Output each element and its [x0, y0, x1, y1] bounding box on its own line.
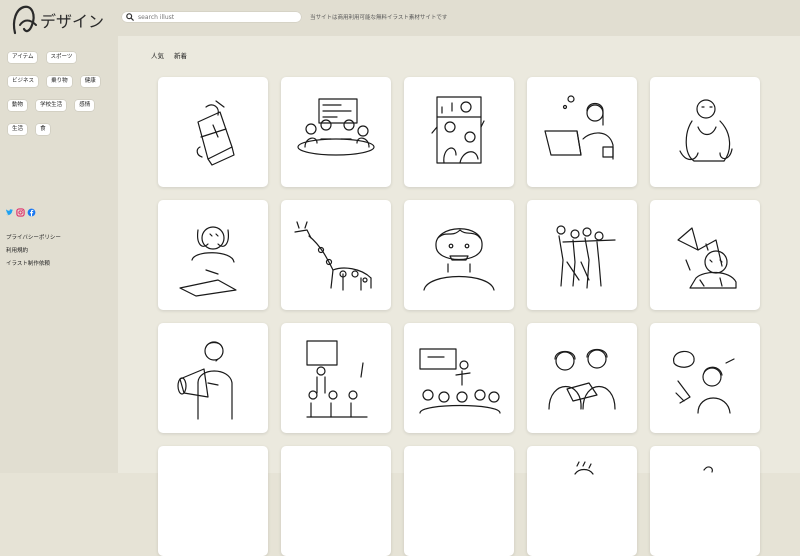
- illustration-card-backpack[interactable]: [158, 77, 268, 187]
- illustration-card-woman-laptop[interactable]: [527, 77, 637, 187]
- footer-links: プライバシーポリシー 利用規約 イラスト制作依頼: [6, 233, 61, 272]
- terms-link[interactable]: 利用規約: [6, 246, 61, 254]
- illustration-card-women-thinking[interactable]: [650, 323, 760, 433]
- illustration-card-tiger[interactable]: [650, 200, 760, 310]
- illustration-card-lecture-audience[interactable]: [404, 323, 514, 433]
- twitter-icon[interactable]: [5, 202, 14, 216]
- social-links: [5, 202, 36, 217]
- search-input[interactable]: [138, 13, 288, 21]
- sidebar: アイテム スポーツ ビジネス 乗り物 健康 動物 学校生活 感情 生活 食 プラ…: [0, 36, 118, 473]
- tab-new[interactable]: 新着: [174, 50, 187, 60]
- search-icon: [126, 13, 134, 21]
- facebook-icon[interactable]: [27, 202, 36, 217]
- privacy-policy-link[interactable]: プライバシーポリシー: [6, 233, 61, 241]
- illustration-card-stressed-student[interactable]: [158, 200, 268, 310]
- tag-emotion[interactable]: 感情: [74, 99, 96, 112]
- tag-school-life[interactable]: 学校生活: [35, 99, 68, 112]
- tag-vehicle[interactable]: 乗り物: [46, 75, 73, 88]
- illustration-card-giraffe[interactable]: [281, 200, 391, 310]
- category-tags: アイテム スポーツ ビジネス 乗り物 健康 動物 学校生活 感情 生活 食: [7, 43, 112, 139]
- instagram-icon[interactable]: [16, 202, 25, 217]
- illustration-card-train-passengers[interactable]: [404, 77, 514, 187]
- sort-tabs: 人気 新着: [151, 50, 187, 60]
- top-bar: デザイン 当サイトは商用利用可能な無料イラスト素材サイトです: [0, 0, 800, 36]
- illustration-card-partial-1[interactable]: [158, 446, 268, 556]
- site-logo[interactable]: デザイン: [10, 3, 105, 37]
- tab-popular[interactable]: 人気: [151, 50, 164, 60]
- commission-link[interactable]: イラスト制作依頼: [6, 259, 61, 267]
- tag-health[interactable]: 健康: [79, 75, 101, 88]
- tag-business[interactable]: ビジネス: [7, 75, 40, 88]
- illustration-card-meeting[interactable]: [281, 77, 391, 187]
- tag-item[interactable]: アイテム: [7, 51, 39, 64]
- logo-text: デザイン: [40, 12, 104, 31]
- main-content: 人気 新着: [118, 36, 800, 556]
- illustration-card-boy-face[interactable]: [404, 200, 514, 310]
- illustration-card-partial-5[interactable]: [650, 446, 760, 556]
- tag-food[interactable]: 食: [35, 123, 51, 136]
- illustration-card-partial-3[interactable]: [404, 446, 514, 556]
- illustration-card-partial-2[interactable]: [281, 446, 391, 556]
- illustration-card-partial-4[interactable]: [527, 446, 637, 556]
- illustration-card-dancers[interactable]: [527, 200, 637, 310]
- illustration-card-presentation-class[interactable]: [281, 323, 391, 433]
- tag-life[interactable]: 生活: [7, 123, 29, 136]
- illustration-card-man-megaphone[interactable]: [158, 323, 268, 433]
- illustration-card-gorilla[interactable]: [650, 77, 760, 187]
- site-tagline: 当サイトは商用利用可能な無料イラスト素材サイトです: [310, 15, 448, 21]
- tag-animal[interactable]: 動物: [7, 99, 29, 112]
- search-box[interactable]: [121, 11, 302, 23]
- illustration-card-two-women-document[interactable]: [527, 323, 637, 433]
- tag-sports[interactable]: スポーツ: [45, 51, 78, 64]
